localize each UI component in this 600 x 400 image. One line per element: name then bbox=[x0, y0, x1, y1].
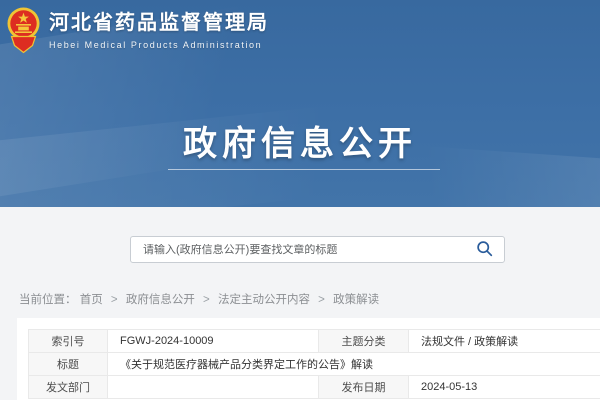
topic-category-label: 主题分类 bbox=[319, 330, 409, 353]
search-button[interactable] bbox=[472, 240, 504, 260]
site-logo[interactable]: 河北省药品监督管理局 Hebei Medical Products Admini… bbox=[7, 7, 269, 59]
china-national-emblem-icon bbox=[7, 7, 40, 59]
breadcrumb-separator: > bbox=[111, 294, 118, 306]
issuing-department-value bbox=[108, 376, 319, 399]
blue-header-section: 河北省药品监督管理局 Hebei Medical Products Admini… bbox=[0, 0, 600, 207]
breadcrumb-prefix: 当前位置： bbox=[19, 294, 77, 306]
issuing-department-label: 发文部门 bbox=[29, 376, 108, 399]
title-underline bbox=[168, 169, 440, 170]
search-box bbox=[130, 236, 505, 263]
breadcrumb-separator: > bbox=[318, 294, 325, 306]
index-number-label: 索引号 bbox=[29, 330, 108, 353]
table-row: 发文部门 发布日期 2024-05-13 bbox=[29, 376, 600, 399]
table-row: 标题 《关于规范医疗器械产品分类界定工作的公告》解读 bbox=[29, 353, 600, 376]
breadcrumb-item-home[interactable]: 首页 bbox=[80, 294, 103, 306]
breadcrumb: 当前位置： 首页 > 政府信息公开 > 法定主动公开内容 > 政策解读 bbox=[19, 291, 379, 307]
publish-date-value: 2024-05-13 bbox=[409, 376, 600, 399]
topic-category-value: 法规文件 / 政策解读 bbox=[409, 330, 600, 353]
page-title: 政府信息公开 bbox=[0, 116, 600, 165]
breadcrumb-item-statutory-disclosure[interactable]: 法定主动公开内容 bbox=[218, 294, 310, 306]
document-info-table: 索引号 FGWJ-2024-10009 主题分类 法规文件 / 政策解读 标题 … bbox=[28, 329, 600, 399]
search-icon bbox=[476, 240, 493, 260]
site-title: 河北省药品监督管理局 bbox=[49, 13, 269, 33]
document-info-card: 索引号 FGWJ-2024-10009 主题分类 法规文件 / 政策解读 标题 … bbox=[17, 318, 600, 400]
site-title-english: Hebei Medical Products Administration bbox=[49, 40, 269, 50]
breadcrumb-item-policy-interpretation[interactable]: 政策解读 bbox=[333, 294, 379, 306]
table-row: 索引号 FGWJ-2024-10009 主题分类 法规文件 / 政策解读 bbox=[29, 330, 600, 353]
publish-date-label: 发布日期 bbox=[319, 376, 409, 399]
search-input[interactable] bbox=[131, 244, 472, 256]
title-label: 标题 bbox=[29, 353, 108, 376]
title-value: 《关于规范医疗器械产品分类界定工作的公告》解读 bbox=[108, 353, 600, 376]
index-number-value: FGWJ-2024-10009 bbox=[108, 330, 319, 353]
breadcrumb-separator: > bbox=[203, 294, 210, 306]
breadcrumb-item-gov-info[interactable]: 政府信息公开 bbox=[126, 294, 195, 306]
page: 河北省药品监督管理局 Hebei Medical Products Admini… bbox=[0, 0, 600, 400]
